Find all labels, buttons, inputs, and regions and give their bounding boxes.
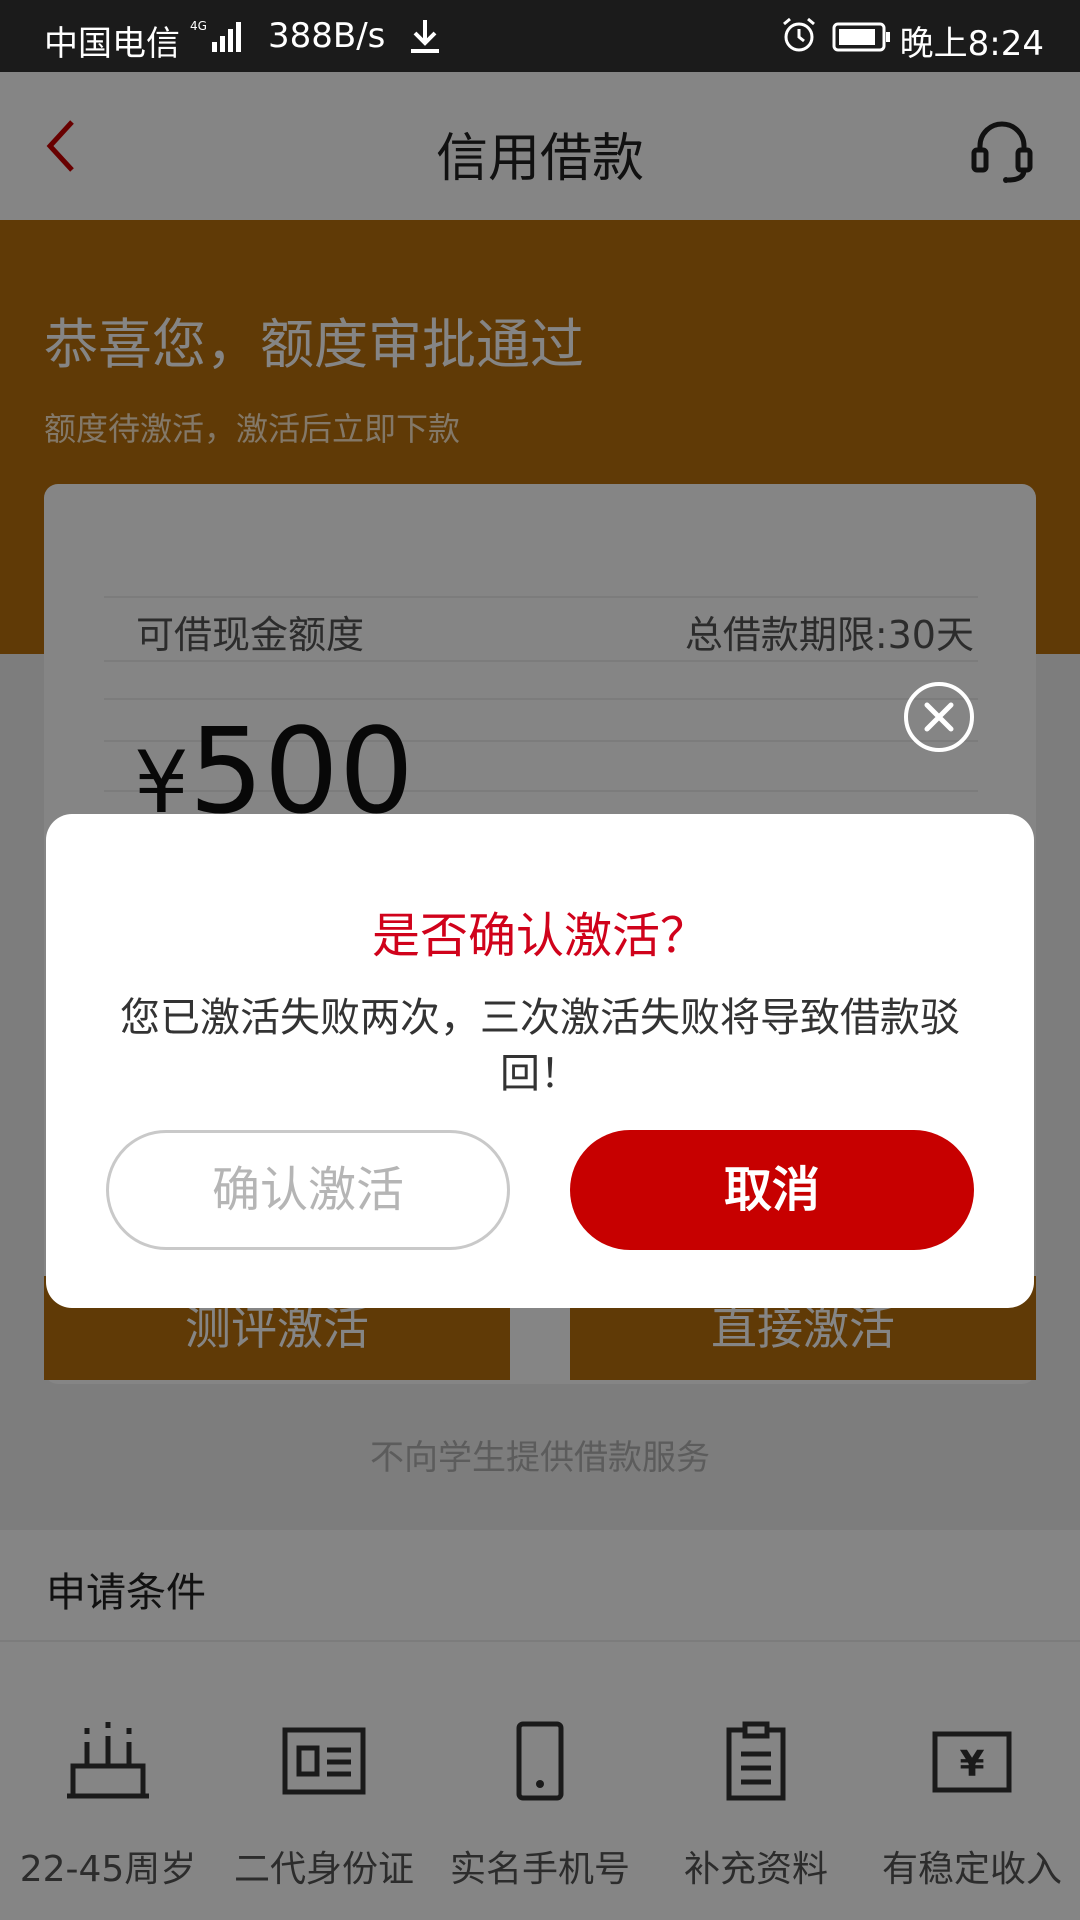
cancel-button[interactable]: 取消: [570, 1130, 974, 1250]
carrier-name: 中国电信: [44, 24, 180, 64]
dialog-message: 您已激活失败两次，三次激活失败将导致借款驳回！: [120, 995, 960, 1097]
signal-icon: 4G: [190, 19, 241, 52]
battery-icon: [832, 22, 890, 52]
alarm-icon: [783, 17, 815, 52]
activation-dialog: 是否确认激活？ 您已激活失败两次，三次激活失败将导致借款驳回！ 确认激活 取消: [46, 814, 1034, 1308]
clock: 晚上8:24: [899, 24, 1044, 64]
close-dialog-button[interactable]: [904, 682, 974, 752]
confirm-activate-button[interactable]: 确认激活: [106, 1130, 510, 1250]
download-icon: [411, 20, 439, 53]
close-icon: [924, 702, 954, 732]
status-bar: 中国电信 4G 388B/s 晚上8:24: [0, 0, 1080, 72]
dialog-title: 是否确认激活？: [371, 908, 708, 964]
network-type: 4G: [190, 19, 207, 33]
network-speed: 388B/s: [268, 16, 386, 56]
